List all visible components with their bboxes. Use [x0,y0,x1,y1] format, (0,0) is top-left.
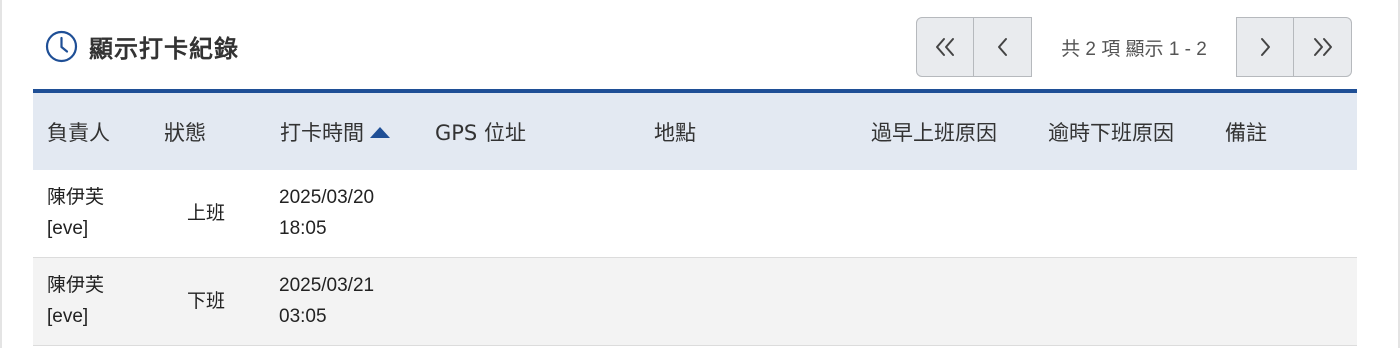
panel-header: 顯示打卡紀錄 共 2 項 顯示 1 - 2 [33,0,1357,89]
frame-border-left [0,0,2,348]
table-row: 陳伊芙 [eve] 下班 2025/03/21 03:05 [33,258,1357,346]
owner-id: [eve] [47,306,89,327]
pagination: 共 2 項 顯示 1 - 2 [916,17,1352,77]
owner-cell: 陳伊芙 [eve] [47,182,104,244]
column-header-punch-time[interactable]: 打卡時間 [280,93,390,170]
owner-name: 陳伊芙 [47,275,105,296]
owner-id: [eve] [47,218,89,239]
column-header-location[interactable]: 地點 [654,93,696,170]
first-page-button[interactable] [916,17,974,77]
punch-clock-time: 03:05 [279,306,327,327]
status-cell: 上班 [187,203,226,224]
punch-date: 2025/03/20 [279,187,375,208]
table-header: 負責人 狀態 打卡時間 GPS 位址 地點 過早上班原因 逾時下班原因 備註 [33,93,1357,170]
page-title: 顯示打卡紀錄 [89,35,239,63]
double-chevron-right-icon [1313,38,1332,56]
next-page-button[interactable] [1236,17,1294,77]
last-page-button[interactable] [1294,17,1352,77]
status-cell: 下班 [187,291,226,312]
pagination-info: 共 2 項 顯示 1 - 2 [1061,38,1207,60]
punch-time-cell: 2025/03/20 18:05 [279,182,374,244]
owner-cell: 陳伊芙 [eve] [47,270,104,332]
owner-name: 陳伊芙 [47,187,105,208]
column-header-punch-time-label: 打卡時間 [280,120,364,145]
previous-page-button[interactable] [974,17,1032,77]
punch-time-cell: 2025/03/21 03:05 [279,270,374,332]
column-header-note[interactable]: 備註 [1225,93,1267,170]
clock-icon [45,30,78,63]
chevron-right-icon [1261,38,1270,56]
column-header-owner[interactable]: 負責人 [47,93,110,170]
column-header-status[interactable]: 狀態 [164,93,206,170]
column-header-early-reason[interactable]: 過早上班原因 [871,93,997,170]
title-group: 顯示打卡紀錄 [45,29,239,64]
column-header-gps[interactable]: GPS 位址 [435,93,526,170]
sort-ascending-icon [370,127,390,138]
double-chevron-left-icon [936,38,954,56]
table-row: 陳伊芙 [eve] 上班 2025/03/20 18:05 [33,170,1357,258]
chevron-left-icon [997,38,1007,56]
punch-clock-time: 18:05 [279,218,327,239]
page: 顯示打卡紀錄 共 2 項 顯示 1 - 2 負責人 狀態 打卡時間 GPS 位址… [0,0,1400,348]
punch-record-table: 負責人 狀態 打卡時間 GPS 位址 地點 過早上班原因 逾時下班原因 備註 陳… [33,89,1357,346]
punch-date: 2025/03/21 [279,275,375,296]
column-header-late-reason[interactable]: 逾時下班原因 [1048,93,1174,170]
